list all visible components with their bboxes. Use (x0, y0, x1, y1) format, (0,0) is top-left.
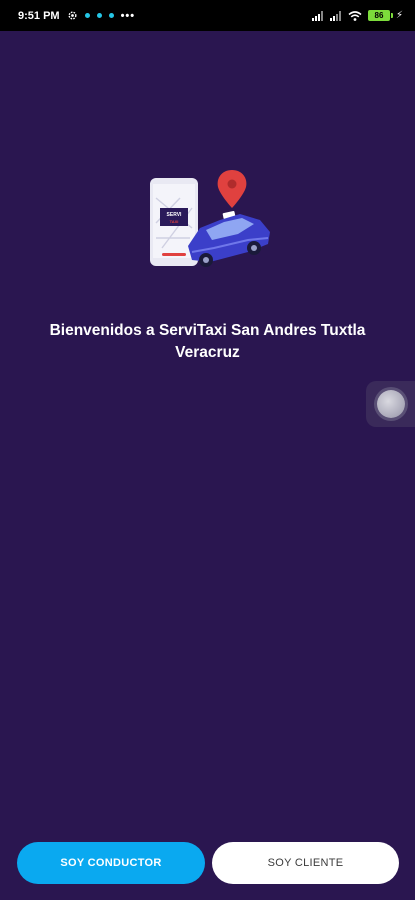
assistive-dot-icon (376, 390, 405, 418)
driver-button[interactable]: SOY CONDUCTOR (17, 842, 205, 884)
notification-dot-icon (96, 13, 102, 18)
signal-icon (311, 10, 323, 21)
notification-dot-icon (108, 13, 114, 18)
welcome-screen: 9:51 PM ••• 86 ⚡ SERVI TAXI Bienvenidos … (0, 0, 415, 900)
battery-icon: 86 (367, 10, 393, 21)
charging-bolt-icon: ⚡ (395, 10, 403, 21)
taxi-car-icon (188, 211, 270, 267)
taxi-app-illustration: SERVI TAXI (150, 170, 270, 267)
floating-assistive-button[interactable] (366, 381, 415, 427)
location-pin-icon (217, 170, 247, 208)
welcome-line-2: Veracruz (175, 344, 240, 361)
notification-dot-icon (84, 13, 90, 18)
wifi-icon (348, 10, 362, 21)
welcome-line-1: Bienvenidos a ServiTaxi San Andres Tuxtl… (49, 322, 366, 339)
status-bar: 9:51 PM ••• 86 ⚡ (0, 0, 415, 31)
settings-gear-icon (68, 11, 77, 20)
status-time: 9:51 PM (18, 9, 60, 22)
phone-logo-text-2: TAXI (170, 219, 179, 224)
phone-logo-text-1: SERVI (167, 212, 183, 218)
signal-icon (329, 10, 341, 21)
more-notifications-icon: ••• (120, 9, 136, 22)
welcome-message: Bienvenidos a ServiTaxi San Andres Tuxtl… (30, 320, 385, 364)
client-button[interactable]: SOY CLIENTE (212, 842, 399, 884)
